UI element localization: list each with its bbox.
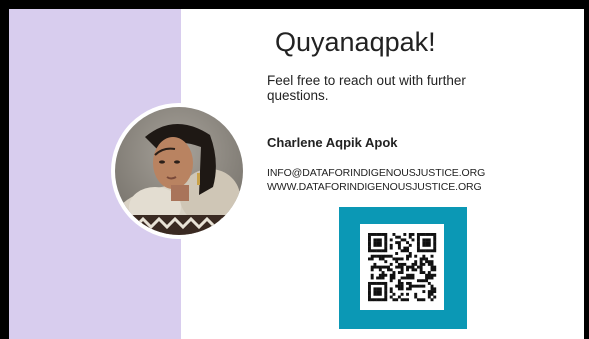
portrait-photo	[111, 103, 247, 239]
contact-email: INFO@DATAFORINDIGENOUSJUSTICE.ORG	[267, 167, 486, 179]
contact-website: WWW.DATAFORINDIGENOUSJUSTICE.ORG	[267, 181, 482, 193]
portrait-illustration	[115, 107, 243, 235]
presenter-name: Charlene Aqpik Apok	[267, 135, 398, 150]
slide: Quyanaqpak! Feel free to reach out with …	[9, 9, 584, 339]
qr-code-panel	[339, 207, 467, 329]
qr-code-card	[360, 224, 444, 310]
page-title: Quyanaqpak!	[275, 27, 436, 57]
message-text: Feel free to reach out with further ques…	[267, 73, 466, 103]
qr-code-icon	[368, 233, 437, 302]
